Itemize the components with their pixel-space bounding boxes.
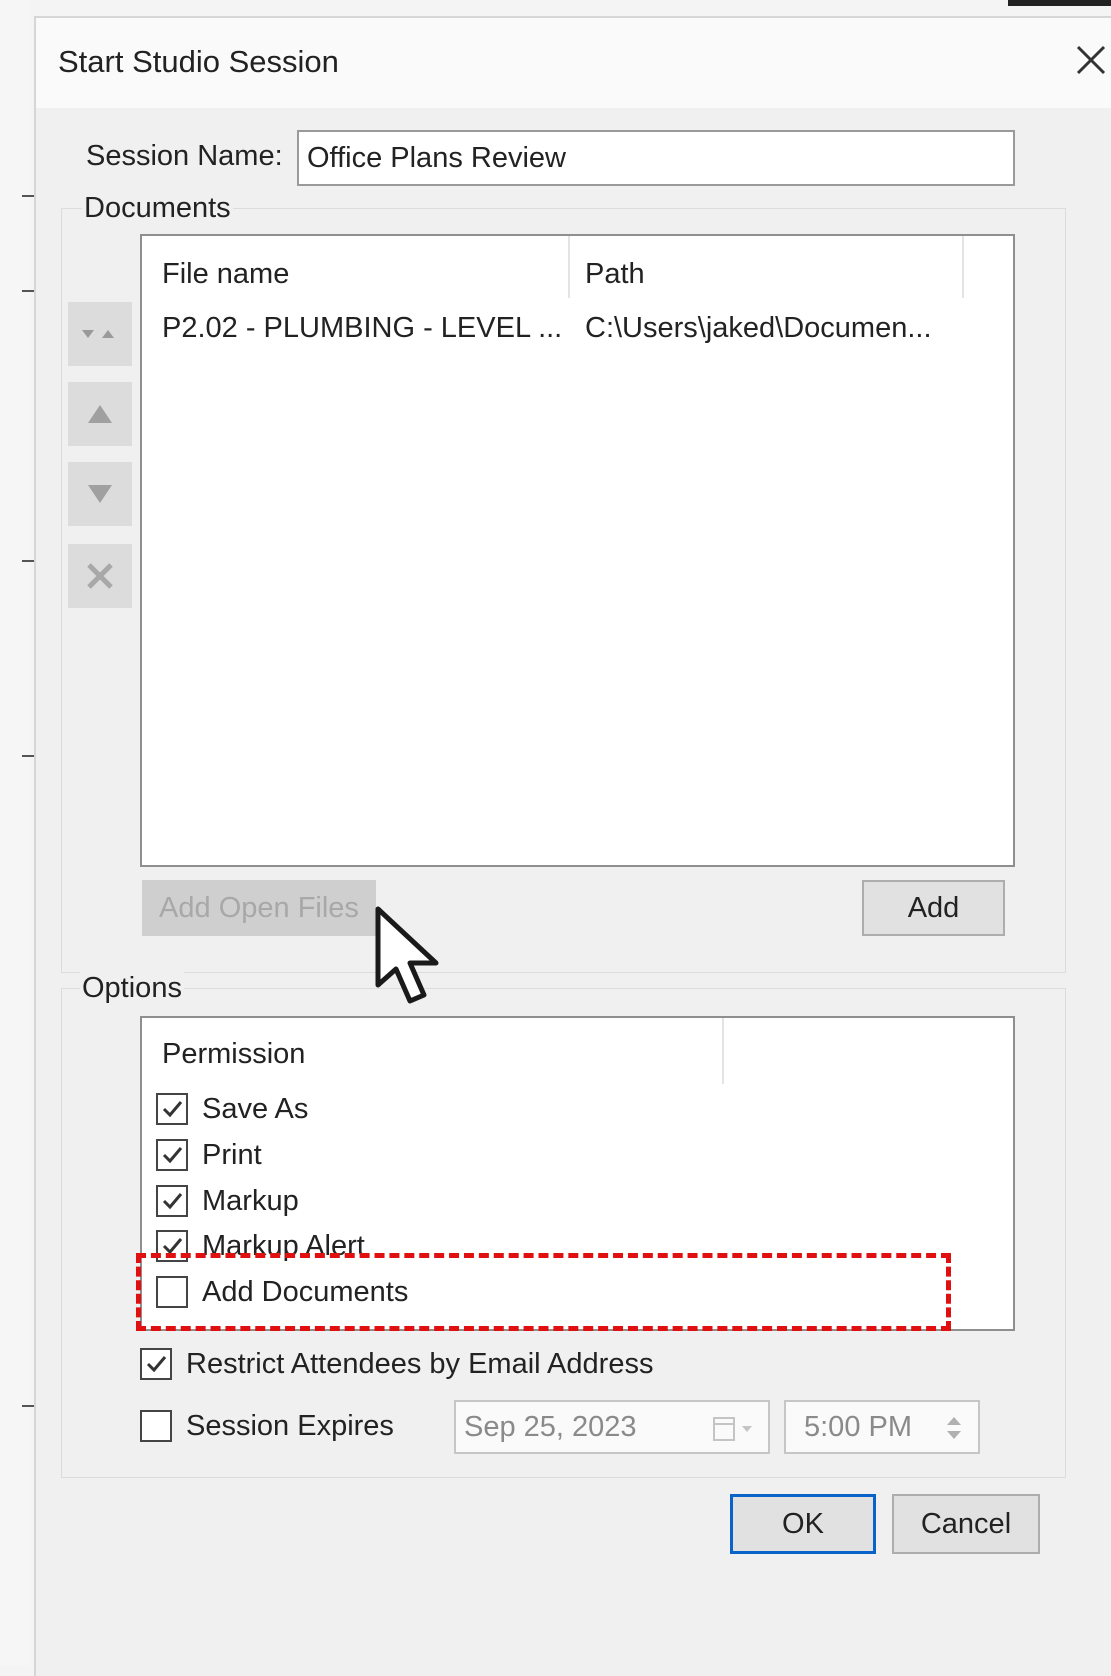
checkmark-icon [162,1193,183,1210]
permission-label: Save As [202,1092,309,1125]
table-row[interactable]: P2.02 - PLUMBING - LEVEL ... C:\Users\ja… [142,302,1013,346]
permission-label: Markup [202,1184,299,1217]
column-header-permission: Permission [162,1038,306,1070]
column-separator [722,1018,724,1084]
background-window-edge [0,0,30,1665]
documents-group-label: Documents [82,192,233,225]
move-up-icon [88,405,112,423]
session-expires-label: Session Expires [186,1409,394,1442]
time-spinner[interactable] [944,1413,964,1451]
permission-label: Add Documents [202,1275,409,1308]
expire-date-value: Sep 25, 2023 [464,1410,637,1443]
mouse-pointer-icon [375,906,439,1004]
sort-button[interactable] [68,302,132,366]
markup-checkbox[interactable] [156,1185,188,1217]
column-header-file-name[interactable]: File name [162,258,289,291]
session-expires-checkbox[interactable] [140,1410,172,1442]
options-group-label: Options [80,972,184,1005]
restrict-attendees-checkbox[interactable] [140,1348,172,1380]
permission-label: Print [202,1138,262,1171]
move-up-button[interactable] [68,382,132,446]
restrict-attendees-option[interactable]: Restrict Attendees by Email Address [140,1344,653,1384]
restrict-attendees-label: Restrict Attendees by Email Address [186,1347,654,1380]
move-down-icon [88,485,112,503]
permission-markup-alert[interactable]: Markup Alert [156,1226,365,1266]
column-separator [568,236,570,298]
expire-time-picker[interactable]: 5:00 PM [784,1400,980,1454]
remove-icon [87,563,113,589]
expire-date-picker[interactable]: Sep 25, 2023 [454,1400,770,1454]
permission-markup[interactable]: Markup [156,1181,299,1221]
print-checkbox[interactable] [156,1139,188,1171]
close-icon [1076,45,1106,75]
close-button[interactable] [1071,40,1111,80]
background-corner [1008,0,1111,6]
dialog-title: Start Studio Session [58,44,339,79]
session-name-input[interactable] [297,130,1015,186]
expire-time-value: 5:00 PM [804,1410,912,1443]
column-separator [962,236,964,298]
markup-alert-checkbox[interactable] [156,1230,188,1262]
checkmark-icon [162,1238,183,1255]
move-down-button[interactable] [68,462,132,526]
documents-list[interactable]: File name Path P2.02 - PLUMBING - LEVEL … [140,234,1015,867]
row-file-name: P2.02 - PLUMBING - LEVEL ... [162,312,563,344]
session-name-label: Session Name: [86,140,283,172]
row-path: C:\Users\jaked\Documen... [585,312,932,344]
checkmark-icon [146,1356,167,1373]
permission-label: Markup Alert [202,1229,365,1262]
permission-add-documents[interactable]: Add Documents [156,1272,408,1312]
add-button[interactable]: Add [862,880,1005,936]
permission-print[interactable]: Print [156,1135,262,1175]
add-open-files-button[interactable]: Add Open Files [142,880,376,936]
start-studio-session-dialog: Start Studio Session Session Name: Docum… [34,16,1111,1676]
session-expires-option[interactable]: Session Expires [140,1406,394,1446]
calendar-dropdown[interactable] [712,1414,758,1444]
cancel-button[interactable]: Cancel [892,1494,1040,1554]
sort-icon [82,330,114,338]
spinner-icon [947,1417,961,1439]
ok-button[interactable]: OK [730,1494,876,1554]
calendar-dropdown-icon [713,1417,752,1441]
remove-button[interactable] [68,544,132,608]
title-bar: Start Studio Session [36,18,1111,108]
permission-save-as[interactable]: Save As [156,1089,308,1129]
checkmark-icon [162,1101,183,1118]
add-documents-checkbox[interactable] [156,1276,188,1308]
save-as-checkbox[interactable] [156,1093,188,1125]
checkmark-icon [162,1147,183,1164]
column-header-path[interactable]: Path [585,258,645,291]
